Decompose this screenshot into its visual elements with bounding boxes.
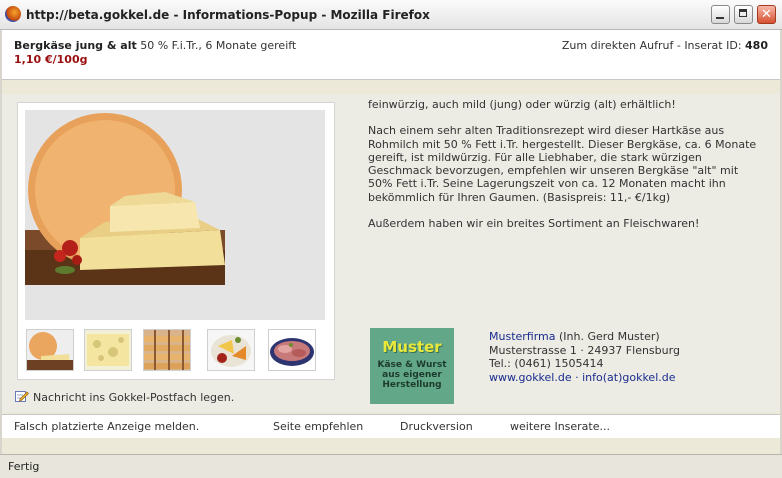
status-bar: Fertig	[0, 454, 782, 478]
cheese-platter-thumb	[208, 330, 254, 370]
browser-window: http://beta.gokkel.de - Informations-Pop…	[0, 0, 782, 478]
firefox-icon	[5, 6, 21, 22]
report-ad-link[interactable]: Falsch platzierte Anzeige melden.	[14, 420, 199, 433]
product-details: 50 % F.i.Tr., 6 Monate gereift	[140, 39, 297, 52]
thumbnail-1[interactable]	[26, 329, 74, 371]
product-price: 1,10 €/100g	[14, 53, 88, 66]
vendor-logo: Muster Käse & Wurst aus eigener Herstell…	[370, 328, 454, 404]
direct-call-label: Zum direkten Aufruf - Inserat ID:	[561, 39, 742, 52]
thumbnail-5[interactable]	[268, 329, 316, 371]
listing-header: Bergkäse jung & alt 50 % F.i.Tr., 6 Mona…	[2, 30, 780, 80]
more-ads-link[interactable]: weitere Inserate...	[510, 420, 610, 433]
close-icon: ✕	[761, 7, 772, 22]
logo-subtitle-line-3: Herstellung	[382, 380, 442, 390]
logo-title: Muster	[382, 338, 442, 356]
maximize-icon	[735, 6, 752, 23]
description-paragraph-1: feinwürzig, auch mild (jung) oder würzig…	[368, 98, 676, 111]
minimize-button[interactable]	[711, 5, 730, 24]
thumbnail-2[interactable]	[84, 329, 132, 371]
contact-links: www.gokkel.de · info(at)gokkel.de	[489, 371, 680, 385]
product-title: Bergkäse jung & alt 50 % F.i.Tr., 6 Mona…	[14, 39, 296, 52]
window-title: http://beta.gokkel.de - Informations-Pop…	[26, 8, 430, 22]
contact-firm-line: Musterfirma (Inh. Gerd Muster)	[489, 330, 680, 344]
link-separator: ·	[575, 370, 579, 384]
cheese-holes-thumb	[85, 330, 131, 370]
meat-platter-thumb	[269, 330, 315, 370]
logo-subtitle-line-1: Käse & Wurst	[377, 360, 447, 370]
print-version-link[interactable]: Druckversion	[400, 420, 473, 433]
firm-owner: (Inh. Gerd Muster)	[559, 330, 660, 343]
description-paragraph-2: Nach einem sehr alten Traditionsrezept w…	[368, 124, 757, 204]
cheese-wheel-thumb	[27, 330, 73, 370]
firm-name[interactable]: Musterfirma	[489, 330, 556, 343]
logo-subtitle-line-2: aus eigener	[382, 370, 442, 380]
ad-id: 480	[745, 39, 768, 52]
product-description: feinwürzig, auch mild (jung) oder würzig…	[368, 98, 763, 243]
note-pen-icon	[15, 391, 29, 402]
description-paragraph-3: Außerdem haben wir ein breites Sortiment…	[368, 217, 700, 231]
website-link[interactable]: www.gokkel.de	[489, 371, 572, 384]
vendor-contact: Musterfirma (Inh. Gerd Muster) Musterstr…	[489, 330, 680, 384]
cheese-wheel-photo	[25, 110, 325, 320]
close-button[interactable]: ✕	[757, 5, 776, 24]
title-bar[interactable]: http://beta.gokkel.de - Informations-Pop…	[0, 0, 782, 30]
postfach-link[interactable]: Nachricht ins Gokkel-Postfach legen.	[15, 390, 234, 404]
postfach-label: Nachricht ins Gokkel-Postfach legen.	[33, 391, 235, 404]
listing-content: Nachricht ins Gokkel-Postfach legen. fei…	[2, 94, 780, 412]
status-text: Fertig	[8, 460, 40, 473]
cheese-cellar-thumb	[144, 330, 190, 370]
thumbnail-3[interactable]	[143, 329, 191, 371]
thumbnail-4[interactable]	[207, 329, 255, 371]
minimize-icon	[712, 6, 729, 23]
contact-phone: Tel.: (0461) 1505414	[489, 357, 604, 370]
email-link[interactable]: info(at)gokkel.de	[582, 371, 675, 384]
main-product-image[interactable]	[25, 110, 325, 320]
contact-address: Musterstrasse 1 · 24937 Flensburg	[489, 343, 680, 357]
product-name: Bergkäse jung & alt	[14, 39, 137, 52]
maximize-button[interactable]	[734, 5, 753, 24]
image-gallery	[17, 102, 335, 380]
footer-links: Falsch platzierte Anzeige melden. Seite …	[2, 414, 780, 438]
logo-subtitle: Käse & Wurst aus eigener Herstellung	[370, 360, 454, 390]
ad-id-info: Zum direkten Aufruf - Inserat ID: 480	[562, 39, 768, 52]
recommend-page-link[interactable]: Seite empfehlen	[273, 420, 363, 433]
